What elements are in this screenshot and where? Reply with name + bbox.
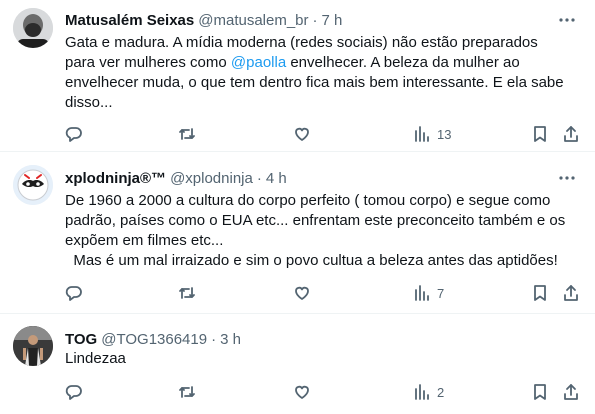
author-handle[interactable]: @matusalem_br [198, 12, 308, 29]
action-bar: 2 [65, 382, 590, 402]
tweet-header: xplodninja®™ @xplodninja · 4 h [65, 168, 287, 188]
author-name[interactable]: Matusalém Seixas [65, 12, 194, 29]
tweet-text: Lindezaa [65, 349, 585, 369]
like-icon [295, 385, 309, 399]
like-button[interactable] [293, 283, 311, 303]
separator-dot: · [312, 11, 318, 29]
tweet-text: Gata e madura. A mídia moderna (redes so… [65, 33, 585, 113]
timestamp[interactable]: 7 h [322, 12, 343, 29]
views-count: 7 [437, 285, 445, 301]
views-icon [415, 285, 429, 301]
retweet-button[interactable] [178, 124, 196, 144]
mention-link[interactable]: @paolla [231, 54, 286, 71]
like-icon [295, 127, 309, 141]
author-handle[interactable]: @TOG1366419 [101, 331, 207, 348]
more-icon [559, 176, 575, 180]
share-icon [564, 126, 578, 142]
like-button[interactable] [293, 124, 311, 144]
tweet-text: De 1960 a 2000 a cultura do corpo perfei… [65, 191, 585, 271]
bookmark-icon [534, 285, 546, 301]
timestamp[interactable]: 3 h [220, 331, 241, 348]
share-button[interactable] [562, 283, 580, 303]
more-icon [559, 18, 575, 22]
retweet-icon [179, 386, 195, 398]
more-button[interactable] [557, 10, 577, 30]
separator-dot: · [211, 330, 217, 348]
views-count: 2 [437, 384, 445, 400]
reply-button[interactable] [65, 382, 83, 402]
like-button[interactable] [293, 382, 311, 402]
tweet-text-line: expõem em filmes etc... [65, 232, 224, 249]
share-button[interactable] [562, 382, 580, 402]
tweet-text-line: envelhecer muda, o que tem dentro fica m… [65, 74, 564, 91]
avatar[interactable] [13, 165, 53, 205]
tweet-header: TOG @TOG1366419 · 3 h [65, 329, 241, 349]
share-icon [564, 285, 578, 301]
avatar-ninja-mask-icon [13, 165, 53, 205]
reply-icon [65, 286, 82, 301]
views-button[interactable]: 7 [413, 283, 444, 303]
avatar[interactable] [13, 8, 53, 48]
retweet-button[interactable] [178, 382, 196, 402]
retweet-icon [179, 287, 195, 299]
avatar-person-photo-icon [13, 326, 53, 366]
tweet-text-line: Lindezaa [65, 350, 126, 367]
bookmark-button[interactable] [531, 283, 549, 303]
like-icon [295, 286, 309, 300]
separator-dot: · [256, 169, 262, 187]
author-handle[interactable]: @xplodninja [170, 170, 253, 187]
views-button[interactable]: 2 [413, 382, 444, 402]
reply-icon [65, 385, 82, 400]
tweet-text-line: para ver mulheres como @paolla envelhece… [65, 53, 585, 73]
retweet-button[interactable] [178, 283, 196, 303]
bookmark-button[interactable] [531, 382, 549, 402]
tweet[interactable]: Matusalém Seixas @matusalem_br · 7 h Gat… [0, 0, 595, 152]
author-name[interactable]: TOG [65, 331, 97, 348]
reply-icon [65, 127, 82, 142]
tweet-text-line: Gata e madura. A mídia moderna (redes so… [65, 34, 538, 51]
tweet[interactable]: TOG @TOG1366419 · 3 h Lindezaa 2 [0, 314, 595, 414]
more-button[interactable] [557, 168, 577, 188]
timestamp[interactable]: 4 h [266, 170, 287, 187]
views-button[interactable]: 13 [413, 124, 451, 144]
tweet-text-fragment: envelhecer. A beleza da mulher ao [286, 54, 520, 71]
tweet-text-line: Mas é um mal irraizado e sim o povo cult… [65, 252, 558, 269]
views-count: 13 [437, 126, 452, 142]
tweet[interactable]: xplodninja®™ @xplodninja · 4 h De 1960 a… [0, 152, 595, 314]
avatar[interactable] [13, 326, 53, 366]
views-icon [415, 126, 429, 142]
bookmark-button[interactable] [531, 124, 549, 144]
tweet-header: Matusalém Seixas @matusalem_br · 7 h [65, 10, 342, 30]
retweet-icon [179, 128, 195, 140]
reply-button[interactable] [65, 124, 83, 144]
action-bar: 7 [65, 283, 590, 303]
reply-button[interactable] [65, 283, 83, 303]
tweet-text-fragment: para ver mulheres como [65, 54, 231, 71]
author-name[interactable]: xplodninja®™ [65, 170, 166, 187]
tweet-text-line: De 1960 a 2000 a cultura do corpo perfei… [65, 192, 551, 209]
views-icon [415, 384, 429, 400]
bookmark-icon [534, 126, 546, 142]
share-icon [564, 384, 578, 400]
action-bar: 13 [65, 124, 590, 144]
bookmark-icon [534, 384, 546, 400]
avatar-bald-man-icon [13, 8, 53, 48]
tweet-text-line: padrão, países como o EUA etc... enfrent… [65, 212, 566, 229]
share-button[interactable] [562, 124, 580, 144]
tweet-text-line: disso... [65, 94, 113, 111]
